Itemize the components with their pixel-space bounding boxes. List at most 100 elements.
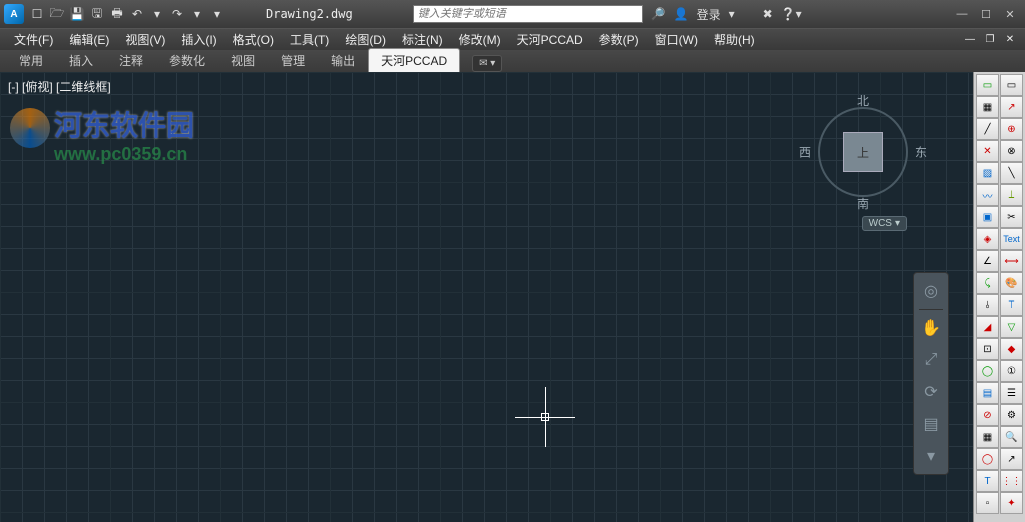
tool-balloon-icon[interactable]: ① [1000, 360, 1023, 382]
plot-icon[interactable]: 🖶 [108, 5, 126, 23]
viewport-label[interactable]: [-] [俯视] [二维线框] [8, 78, 111, 95]
viewcube-south[interactable]: 南 [857, 195, 869, 212]
tab-annotate[interactable]: 注释 [106, 48, 156, 72]
doc-restore-button[interactable]: ❐ [981, 32, 999, 48]
menu-modify[interactable]: 修改(M) [451, 29, 509, 50]
tool-screw2-icon[interactable]: ⟙ [1000, 294, 1023, 316]
drawing-canvas[interactable]: [-] [俯视] [二维线框] 上 北 南 东 西 WCS ▾ ◎ ✋ ⤢ ⟳ … [0, 72, 973, 522]
undo-icon[interactable]: ↶ [128, 5, 146, 23]
show-motion-icon[interactable]: ▤ [917, 410, 945, 438]
tab-insert[interactable]: 插入 [56, 48, 106, 72]
new-icon[interactable]: ☐ [28, 5, 46, 23]
menu-draw[interactable]: 绘图(D) [337, 29, 394, 50]
menu-tools[interactable]: 工具(T) [282, 29, 337, 50]
tool-dim-icon[interactable]: ⟷ [1000, 250, 1023, 272]
tool-target-icon[interactable]: ◈ [976, 228, 999, 250]
menu-window[interactable]: 窗口(W) [647, 29, 706, 50]
tool-wave-icon[interactable]: 〰 [976, 184, 999, 206]
tool-bom-icon[interactable]: ☰ [1000, 382, 1023, 404]
tool-intersect-icon[interactable]: ⊗ [1000, 140, 1023, 162]
minimize-button[interactable]: — [951, 5, 973, 23]
doc-minimize-button[interactable]: — [961, 32, 979, 48]
tool-box-icon[interactable]: ▭ [1000, 74, 1023, 96]
menu-param[interactable]: 参数(P) [591, 29, 647, 50]
tool-rough-icon[interactable]: ▽ [1000, 316, 1023, 338]
tool-table-icon[interactable]: ▦ [976, 96, 999, 118]
login-dd-icon[interactable]: ▾ [729, 7, 735, 21]
tool-list-icon[interactable]: ▤ [976, 382, 999, 404]
tool-scissors-icon[interactable]: ✂ [1000, 206, 1023, 228]
tool-screw-icon[interactable]: ⟘ [1000, 184, 1023, 206]
viewcube-north[interactable]: 北 [857, 92, 869, 109]
tool-break-icon[interactable]: ⫰ [976, 294, 999, 316]
tool-tag-icon[interactable]: ◯ [976, 360, 999, 382]
tool-hatch-icon[interactable]: ▨ [976, 162, 999, 184]
steering-wheel-icon[interactable]: ◎ [917, 277, 945, 305]
tab-manage[interactable]: 管理 [268, 48, 318, 72]
user-icon[interactable]: 👤 [674, 7, 689, 21]
exchange-icon[interactable]: ✖ [763, 7, 773, 21]
menu-edit[interactable]: 编辑(E) [61, 29, 117, 50]
menu-format[interactable]: 格式(O) [225, 29, 282, 50]
qat-more-icon[interactable]: ▾ [208, 5, 226, 23]
nav-more-icon[interactable]: ▾ [917, 442, 945, 470]
undo-dd-icon[interactable]: ▾ [148, 5, 166, 23]
tool-last1-icon[interactable]: ▫ [976, 492, 999, 514]
pan-icon[interactable]: ✋ [917, 314, 945, 342]
tool-datum-icon[interactable]: ◆ [1000, 338, 1023, 360]
tab-output[interactable]: 输出 [318, 48, 368, 72]
tab-home[interactable]: 常用 [6, 48, 56, 72]
redo-dd-icon[interactable]: ▾ [188, 5, 206, 23]
tab-parametric[interactable]: 参数化 [156, 48, 218, 72]
tool-mag-icon[interactable]: 🔍 [1000, 426, 1023, 448]
ribbon-panel-button[interactable]: ✉ ▾ [472, 55, 502, 72]
saveas-icon[interactable]: 🖫 [88, 5, 106, 23]
tool-arrow-red-icon[interactable]: ↗ [1000, 96, 1023, 118]
tool-last2-icon[interactable]: ✦ [1000, 492, 1023, 514]
close-button[interactable]: ✕ [999, 5, 1021, 23]
menu-dim[interactable]: 标注(N) [394, 29, 451, 50]
menu-file[interactable]: 文件(F) [6, 29, 61, 50]
tool-paint-icon[interactable]: 🎨 [1000, 272, 1023, 294]
open-icon[interactable]: 🗁 [48, 5, 66, 23]
menu-view[interactable]: 视图(V) [117, 29, 173, 50]
viewcube-west[interactable]: 西 [799, 144, 811, 161]
tool-weld-icon[interactable]: ◢ [976, 316, 999, 338]
maximize-button[interactable]: ☐ [975, 5, 997, 23]
doc-close-button[interactable]: ✕ [1001, 32, 1019, 48]
menu-pccad[interactable]: 天河PCCAD [509, 29, 591, 50]
wcs-label[interactable]: WCS ▾ [862, 216, 907, 231]
tool-pattern-icon[interactable]: ⋮⋮ [1000, 470, 1023, 492]
tab-view[interactable]: 视图 [218, 48, 268, 72]
tool-t-icon[interactable]: T [976, 470, 999, 492]
tool-circle-icon[interactable]: ◯ [976, 448, 999, 470]
redo-icon[interactable]: ↷ [168, 5, 186, 23]
tool-hole-icon[interactable]: ⊘ [976, 404, 999, 426]
tool-gear-icon[interactable]: ⚙ [1000, 404, 1023, 426]
tool-redx-icon[interactable]: ✕ [976, 140, 999, 162]
tool-line-icon[interactable]: ╱ [976, 118, 999, 140]
binoculars-icon[interactable]: 🔎 [651, 7, 666, 21]
tool-box-green-icon[interactable]: ▭ [976, 74, 999, 96]
tool-bluebox-icon[interactable]: ▣ [976, 206, 999, 228]
tool-section-icon[interactable]: ▦ [976, 426, 999, 448]
tool-angle-icon[interactable]: ∠ [976, 250, 999, 272]
tool-text-icon[interactable]: Text [1000, 228, 1023, 250]
tool-green7-icon[interactable]: ⤹ [976, 272, 999, 294]
save-icon[interactable]: 💾 [68, 5, 86, 23]
tool-center-icon[interactable]: ⊕ [1000, 118, 1023, 140]
view-cube[interactable]: 上 北 南 东 西 [813, 102, 913, 202]
menu-help[interactable]: 帮助(H) [706, 29, 763, 50]
menu-insert[interactable]: 插入(I) [173, 29, 224, 50]
login-button[interactable]: 登录 [697, 6, 721, 23]
app-icon[interactable]: A [4, 4, 24, 24]
tool-arrow2-icon[interactable]: ↗ [1000, 448, 1023, 470]
help-icon[interactable]: ❔▾ [781, 7, 802, 21]
zoom-extents-icon[interactable]: ⤢ [917, 346, 945, 374]
orbit-icon[interactable]: ⟳ [917, 378, 945, 406]
viewcube-east[interactable]: 东 [915, 144, 927, 161]
tool-line2-icon[interactable]: ╲ [1000, 162, 1023, 184]
tool-tol-icon[interactable]: ⊡ [976, 338, 999, 360]
search-input[interactable] [413, 5, 643, 23]
tab-pccad[interactable]: 天河PCCAD [368, 48, 460, 72]
